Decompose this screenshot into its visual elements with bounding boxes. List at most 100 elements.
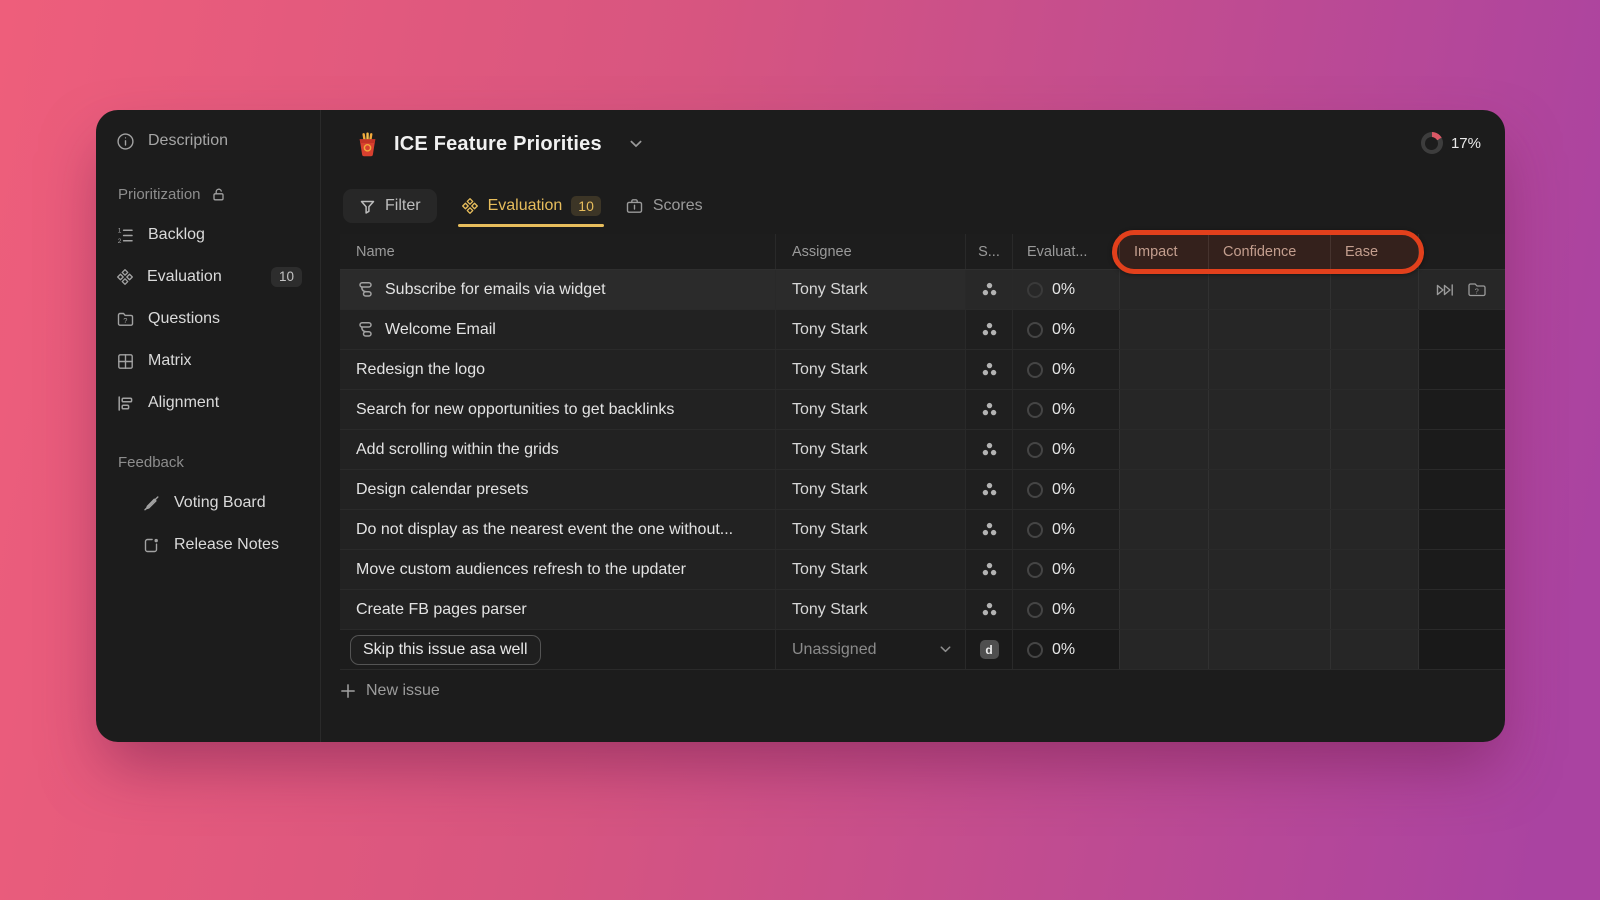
sidebar-item-questions[interactable]: ?Questions xyxy=(96,304,320,334)
assignee-cell[interactable]: Tony Stark xyxy=(775,390,965,429)
folder-question-icon[interactable]: ? xyxy=(1467,281,1487,298)
ease-score-cell[interactable] xyxy=(1330,550,1419,589)
table-row[interactable]: Create FB pages parserTony Stark0% xyxy=(340,590,1505,630)
ease-score-cell[interactable] xyxy=(1330,510,1419,549)
impact-score-cell[interactable] xyxy=(1119,310,1208,349)
confidence-score-cell[interactable] xyxy=(1208,550,1330,589)
assignee-cell[interactable]: Tony Stark xyxy=(775,270,965,309)
confidence-score-cell[interactable] xyxy=(1208,430,1330,469)
assignee-cell[interactable]: Tony Stark xyxy=(775,590,965,629)
sidebar-item-description[interactable]: Description xyxy=(96,126,320,156)
sidebar-item-label: Alignment xyxy=(148,394,219,412)
asana-icon xyxy=(980,360,999,379)
ease-score-cell[interactable] xyxy=(1330,630,1419,669)
sidebar-item-label: Questions xyxy=(148,310,220,328)
ease-score-cell[interactable] xyxy=(1330,470,1419,509)
sidebar-item-alignment[interactable]: Alignment xyxy=(96,388,320,418)
confidence-score-cell[interactable] xyxy=(1208,310,1330,349)
source-cell xyxy=(965,590,1012,629)
impact-score-cell[interactable] xyxy=(1119,390,1208,429)
impact-score-cell[interactable] xyxy=(1119,590,1208,629)
confidence-score-cell[interactable] xyxy=(1208,270,1330,309)
column-header-evaluation[interactable]: Evaluat... xyxy=(1012,234,1119,269)
column-header-ease[interactable]: Ease xyxy=(1330,234,1419,269)
issue-name: Do not display as the nearest event the … xyxy=(356,521,733,539)
filter-button[interactable]: Filter xyxy=(343,189,437,223)
assignee-cell[interactable]: Tony Stark xyxy=(775,550,965,589)
confidence-score-cell[interactable] xyxy=(1208,590,1330,629)
row-actions-cell xyxy=(1419,550,1505,589)
impact-score-cell[interactable] xyxy=(1119,630,1208,669)
impact-score-cell[interactable] xyxy=(1119,550,1208,589)
confidence-score-cell[interactable] xyxy=(1208,350,1330,389)
app-window: Description Prioritization12BacklogEvalu… xyxy=(96,110,1505,742)
issue-name-cell[interactable]: Redesign the logo xyxy=(340,350,775,389)
assignee-cell[interactable]: Tony Stark xyxy=(775,510,965,549)
impact-score-cell[interactable] xyxy=(1119,430,1208,469)
sidebar-item-evaluation[interactable]: Evaluation10 xyxy=(96,262,320,292)
evaluation-percent: 0% xyxy=(1052,401,1075,419)
tab-evaluation[interactable]: Evaluation10 xyxy=(461,189,601,223)
column-header-name[interactable]: Name xyxy=(340,234,775,269)
new-issue-button[interactable]: New issue xyxy=(340,682,440,700)
sidebar-item-release-notes[interactable]: Release Notes xyxy=(96,530,320,560)
confidence-score-cell[interactable] xyxy=(1208,470,1330,509)
ease-score-cell[interactable] xyxy=(1330,390,1419,429)
column-header-source[interactable]: S... xyxy=(965,234,1012,269)
assignee-cell[interactable]: Tony Stark xyxy=(775,430,965,469)
ease-score-cell[interactable] xyxy=(1330,430,1419,469)
sidebar-item-voting-board[interactable]: Voting Board xyxy=(96,488,320,518)
ease-score-cell[interactable] xyxy=(1330,350,1419,389)
column-header-impact[interactable]: Impact xyxy=(1119,234,1208,269)
issue-name-cell[interactable]: Welcome Email xyxy=(340,310,775,349)
assignee-cell[interactable]: Unassigned xyxy=(775,630,965,669)
column-header-assignee[interactable]: Assignee xyxy=(775,234,965,269)
evaluation-percent: 0% xyxy=(1052,641,1075,659)
confidence-score-cell[interactable] xyxy=(1208,390,1330,429)
impact-score-cell[interactable] xyxy=(1119,270,1208,309)
assignee-cell[interactable]: Tony Stark xyxy=(775,350,965,389)
table-row[interactable]: Skip this issue asa wellUnassignedd0% xyxy=(340,630,1505,670)
column-header-label: Impact xyxy=(1134,244,1178,260)
source-cell xyxy=(965,510,1012,549)
assignee-cell[interactable]: Tony Stark xyxy=(775,310,965,349)
issue-name-cell[interactable]: Design calendar presets xyxy=(340,470,775,509)
table-row[interactable]: Do not display as the nearest event the … xyxy=(340,510,1505,550)
tab-scores[interactable]: Scores xyxy=(625,189,703,223)
flow-icon xyxy=(356,320,375,339)
table-row[interactable]: Design calendar presetsTony Stark 0% xyxy=(340,470,1505,510)
confidence-score-cell[interactable] xyxy=(1208,630,1330,669)
table-row[interactable]: Search for new opportunities to get back… xyxy=(340,390,1505,430)
issue-name-cell[interactable]: Subscribe for emails via widget xyxy=(340,270,775,309)
table-row[interactable]: Redesign the logoTony Stark0% xyxy=(340,350,1505,390)
sidebar-item-matrix[interactable]: Matrix xyxy=(96,346,320,376)
table-row[interactable]: Add scrolling within the gridsTony Stark… xyxy=(340,430,1505,470)
table-row[interactable]: Subscribe for emails via widgetTony Star… xyxy=(340,270,1505,310)
evaluation-percent: 0% xyxy=(1052,481,1075,499)
issue-name-cell[interactable]: Search for new opportunities to get back… xyxy=(340,390,775,429)
issue-name-cell[interactable]: Create FB pages parser xyxy=(340,590,775,629)
assignee-cell[interactable]: Tony Stark xyxy=(775,470,965,509)
impact-score-cell[interactable] xyxy=(1119,470,1208,509)
skip-forward-icon[interactable] xyxy=(1435,282,1455,298)
column-header-confidence[interactable]: Confidence xyxy=(1208,234,1330,269)
issue-name-cell[interactable]: Skip this issue asa well xyxy=(340,630,775,669)
impact-score-cell[interactable] xyxy=(1119,350,1208,389)
issue-name-cell[interactable]: Add scrolling within the grids xyxy=(340,430,775,469)
table-row[interactable]: Welcome EmailTony Stark 0% xyxy=(340,310,1505,350)
chevron-down-icon[interactable] xyxy=(630,140,642,148)
assignee-name: Tony Stark xyxy=(792,601,868,619)
ease-score-cell[interactable] xyxy=(1330,590,1419,629)
main-area: ICE Feature Priorities 17% FilterEvaluat… xyxy=(321,110,1505,742)
evaluation-progress-cell: 0% xyxy=(1012,310,1119,349)
issue-name-cell[interactable]: Move custom audiences refresh to the upd… xyxy=(340,550,775,589)
issue-name-cell[interactable]: Do not display as the nearest event the … xyxy=(340,510,775,549)
confidence-score-cell[interactable] xyxy=(1208,510,1330,549)
sidebar-item-backlog[interactable]: 12Backlog xyxy=(96,220,320,250)
evaluation-percent: 0% xyxy=(1052,441,1075,459)
issue-name-input[interactable]: Skip this issue asa well xyxy=(350,635,541,665)
ease-score-cell[interactable] xyxy=(1330,270,1419,309)
ease-score-cell[interactable] xyxy=(1330,310,1419,349)
table-row[interactable]: Move custom audiences refresh to the upd… xyxy=(340,550,1505,590)
impact-score-cell[interactable] xyxy=(1119,510,1208,549)
